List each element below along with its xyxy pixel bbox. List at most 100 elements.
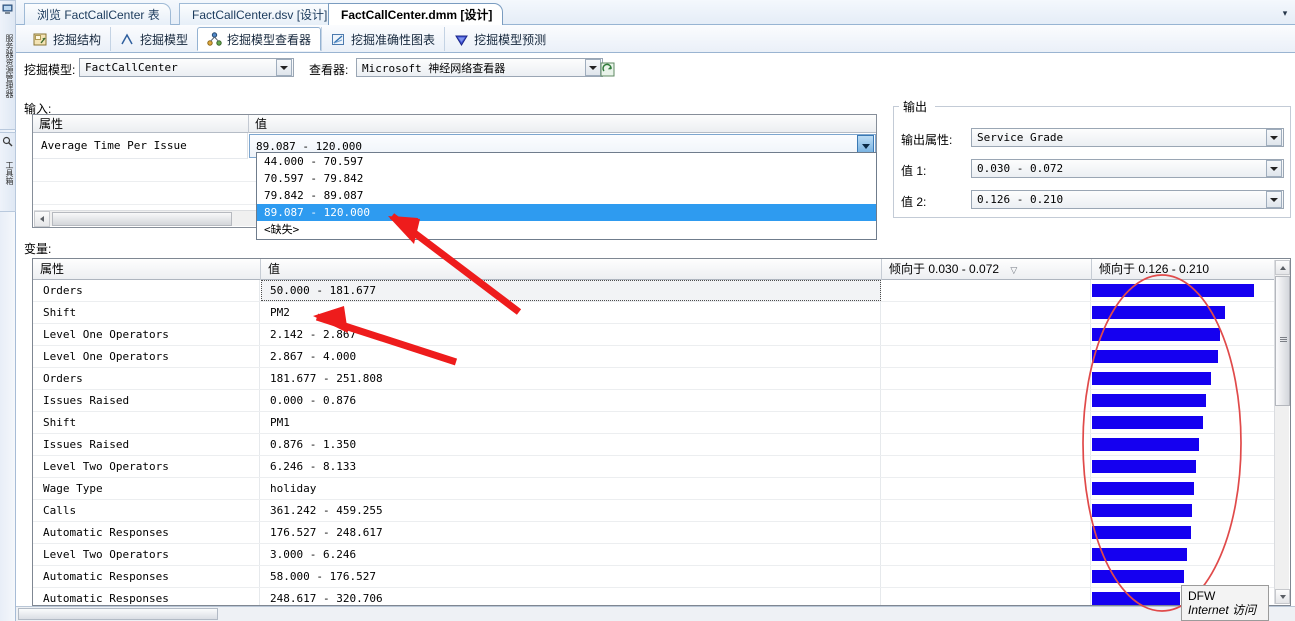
- window-hscrollbar[interactable]: [16, 606, 1295, 621]
- prediction-icon: [455, 35, 468, 46]
- table-row[interactable]: Shift PM1: [33, 412, 1274, 434]
- left-docked-panel-strip: 服务器资源管理器 工具箱: [0, 0, 16, 621]
- row-attribute: Level Two Operators: [33, 456, 260, 477]
- viewer-select[interactable]: Microsoft 神经网络查看器: [356, 58, 603, 77]
- table-row[interactable]: Issues Raised 0.876 - 1.350: [33, 434, 1274, 456]
- variables-column-value[interactable]: 值: [261, 259, 882, 280]
- row-bar-favors-1: [882, 456, 1091, 477]
- output-attribute-select[interactable]: Service Grade: [971, 128, 1284, 147]
- document-tab-browse-table[interactable]: 浏览 FactCallCenter 表: [24, 3, 171, 25]
- input-value-dropdown-list[interactable]: 44.000 - 70.597 70.597 - 79.842 79.842 -…: [256, 152, 877, 240]
- chevron-down-icon[interactable]: [1266, 129, 1282, 146]
- mining-model-label: 挖掘模型:: [24, 63, 76, 77]
- row-bar-favors-2: [1092, 302, 1274, 323]
- dropdown-option[interactable]: 79.842 - 89.087: [257, 187, 876, 204]
- table-row[interactable]: Automatic Responses 248.617 - 320.706: [33, 588, 1274, 605]
- row-value: 248.617 - 320.706: [261, 588, 881, 605]
- row-value: 6.246 - 8.133: [261, 456, 881, 477]
- bar-fill: [1092, 482, 1194, 495]
- variables-grid-header: 属性 值 倾向于 0.030 - 0.072 ▽ 倾向于 0.126 - 0.2…: [33, 259, 1290, 280]
- row-value: PM2: [261, 302, 881, 323]
- table-row[interactable]: Orders 181.677 - 251.808: [33, 368, 1274, 390]
- chevron-down-icon[interactable]: [1266, 191, 1282, 208]
- dropdown-option[interactable]: 44.000 - 70.597: [257, 153, 876, 170]
- table-row[interactable]: Level One Operators 2.867 - 4.000: [33, 346, 1274, 368]
- value2-select[interactable]: 0.126 - 0.210: [971, 190, 1284, 209]
- table-row[interactable]: Automatic Responses 176.527 - 248.617: [33, 522, 1274, 544]
- scroll-grip-icon: [1280, 337, 1287, 342]
- row-value: 361.242 - 459.255: [261, 500, 881, 521]
- variables-column-favors-2[interactable]: 倾向于 0.126 - 0.210: [1092, 259, 1290, 280]
- input-value-text: 89.087 - 120.000: [256, 139, 362, 153]
- variables-column-attribute[interactable]: 属性: [33, 259, 261, 280]
- table-row[interactable]: Wage Type holiday: [33, 478, 1274, 500]
- row-attribute: Automatic Responses: [33, 522, 260, 543]
- chevron-down-icon[interactable]: [276, 59, 292, 76]
- dropdown-option-missing[interactable]: <缺失>: [257, 221, 876, 238]
- scroll-up-icon[interactable]: [1275, 260, 1290, 275]
- scroll-down-icon[interactable]: [1275, 589, 1290, 604]
- input-grid-header: 属性 值: [33, 115, 876, 133]
- table-row[interactable]: Level Two Operators 6.246 - 8.133: [33, 456, 1274, 478]
- variables-column-favors-1[interactable]: 倾向于 0.030 - 0.072 ▽: [882, 259, 1092, 280]
- row-bar-favors-1: [882, 412, 1091, 433]
- value2-value: 0.126 - 0.210: [977, 193, 1064, 206]
- viewer-value: Microsoft 神经网络查看器: [362, 61, 506, 75]
- bar-fill: [1092, 570, 1184, 583]
- mining-view-toolbar: 挖掘结构 挖掘模型 挖掘模型查看器 挖掘准确性图表 挖掘模型预测: [16, 25, 1295, 53]
- row-bar-favors-2: [1092, 346, 1274, 367]
- variables-section-legend: 变量:: [24, 242, 52, 256]
- mining-model-value: FactCallCenter: [85, 61, 178, 74]
- table-row[interactable]: Automatic Responses 58.000 - 176.527: [33, 566, 1274, 588]
- table-row[interactable]: Orders 50.000 - 181.677: [33, 280, 1274, 302]
- tab-mining-model-viewer[interactable]: 挖掘模型查看器: [197, 27, 322, 51]
- chevron-down-icon[interactable]: [585, 59, 601, 76]
- tab-mining-model[interactable]: 挖掘模型: [110, 27, 197, 51]
- row-bar-favors-1: [882, 434, 1091, 455]
- tab-accuracy-chart[interactable]: 挖掘准确性图表: [321, 27, 444, 51]
- tooltip-line-2: Internet 访问: [1188, 603, 1257, 617]
- row-attribute: Wage Type: [33, 478, 260, 499]
- sort-descending-icon[interactable]: ▽: [1010, 260, 1017, 281]
- row-value: 50.000 - 181.677: [261, 280, 881, 301]
- chevron-down-icon[interactable]: ▾: [1279, 7, 1291, 19]
- chevron-down-icon[interactable]: [1266, 160, 1282, 177]
- table-row[interactable]: Shift PM2: [33, 302, 1274, 324]
- row-bar-favors-1: [882, 522, 1091, 543]
- viewer-label: 查看器:: [309, 63, 349, 77]
- table-row[interactable]: Level One Operators 2.142 - 2.867: [33, 324, 1274, 346]
- value1-select[interactable]: 0.030 - 0.072: [971, 159, 1284, 178]
- scroll-left-icon[interactable]: [34, 210, 50, 227]
- dropdown-option[interactable]: 70.597 - 79.842: [257, 170, 876, 187]
- bar-fill: [1092, 592, 1181, 605]
- dropdown-option-selected[interactable]: 89.087 - 120.000: [257, 204, 876, 221]
- document-tab-dsv-design[interactable]: FactCallCenter.dsv [设计]: [179, 3, 339, 25]
- variables-vscrollbar[interactable]: [1274, 260, 1290, 604]
- selector-row: 挖掘模型: FactCallCenter 查看器: Microsoft 神经网络…: [16, 55, 1295, 83]
- hscroll-thumb[interactable]: [52, 211, 232, 226]
- sidebar-item-server-explorer[interactable]: 服务器资源管理器: [0, 0, 16, 130]
- table-row[interactable]: Level Two Operators 3.000 - 6.246: [33, 544, 1274, 566]
- window-hscroll-thumb[interactable]: [18, 608, 218, 620]
- bar-fill: [1092, 306, 1225, 319]
- bar-fill: [1092, 548, 1188, 561]
- vscroll-thumb[interactable]: [1275, 276, 1290, 406]
- server-explorer-label: 服务器资源管理器: [5, 34, 14, 98]
- table-row[interactable]: Issues Raised 0.000 - 0.876: [33, 390, 1274, 412]
- server-explorer-icon: [2, 4, 13, 14]
- row-bar-favors-1: [882, 346, 1091, 367]
- row-bar-favors-1: [882, 500, 1091, 521]
- row-bar-favors-2: [1092, 522, 1274, 543]
- tab-mining-prediction[interactable]: 挖掘模型预测: [444, 27, 555, 51]
- input-column-value[interactable]: 值: [249, 115, 876, 133]
- table-row[interactable]: Calls 361.242 - 459.255: [33, 500, 1274, 522]
- mining-model-select[interactable]: FactCallCenter: [79, 58, 294, 77]
- refresh-icon[interactable]: [600, 62, 615, 77]
- mining-structure-icon: [33, 33, 47, 45]
- input-column-attribute[interactable]: 属性: [33, 115, 249, 133]
- row-attribute: Automatic Responses: [33, 566, 260, 587]
- tab-label: 挖掘模型: [140, 32, 189, 47]
- tab-mining-structure[interactable]: 挖掘结构: [24, 27, 110, 51]
- document-tab-dmm-design[interactable]: FactCallCenter.dmm [设计]: [328, 3, 504, 25]
- row-attribute: Orders: [33, 368, 260, 389]
